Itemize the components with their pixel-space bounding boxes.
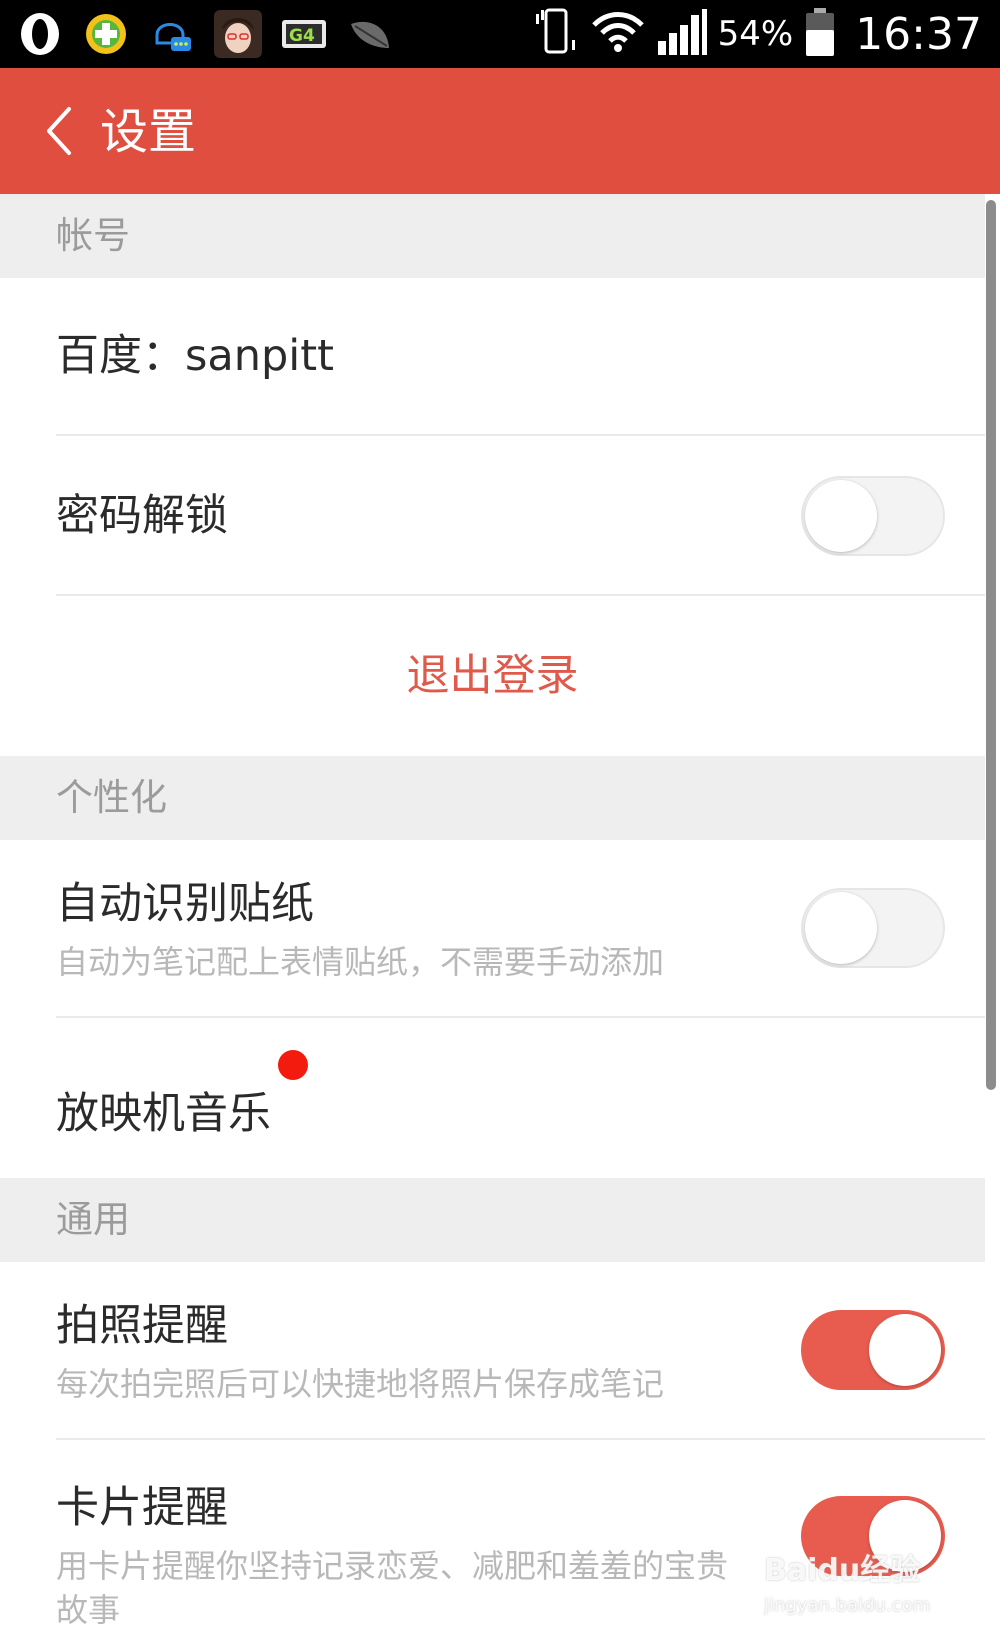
card-reminder-label: 卡片提醒 xyxy=(56,1483,228,1533)
new-badge-dot xyxy=(278,1050,308,1080)
photo-reminder-toggle[interactable] xyxy=(801,1310,945,1390)
opera-icon xyxy=(16,10,64,58)
password-lock-toggle[interactable] xyxy=(801,476,945,556)
auto-sticker-description: 自动为笔记配上表情贴纸，不需要手动添加 xyxy=(56,943,665,981)
photo-reminder-label: 拍照提醒 xyxy=(56,1301,228,1351)
toggle-knob xyxy=(805,892,877,964)
g4-app-icon: G4 xyxy=(280,10,328,58)
clock: 16:37 xyxy=(855,8,982,60)
toggle-knob xyxy=(805,480,877,552)
scrollbar[interactable] xyxy=(986,200,996,1090)
battery-percent: 54% xyxy=(717,14,794,54)
leaf-icon xyxy=(346,10,394,58)
logout-button[interactable]: 退出登录 xyxy=(0,648,985,704)
back-button[interactable] xyxy=(24,96,94,166)
watermark-brand: Baidu经验 xyxy=(764,1553,921,1588)
projector-music-label: 放映机音乐 xyxy=(56,1089,271,1139)
auto-sticker-row: 自动识别贴纸 自动为笔记配上表情贴纸，不需要手动添加 xyxy=(0,840,985,1018)
password-lock-label: 密码解锁 xyxy=(56,491,228,541)
qq-chat-icon xyxy=(148,10,196,58)
section-title: 个性化 xyxy=(56,776,167,819)
battery-icon xyxy=(803,6,837,62)
photo-reminder-row: 拍照提醒 每次拍完照后可以快捷地将照片保存成笔记 xyxy=(0,1262,985,1440)
section-title: 通用 xyxy=(56,1198,130,1241)
avatar-icon xyxy=(214,10,262,58)
card-reminder-description: 用卡片提醒你坚持记录恋爱、减肥和羞羞的宝贵故事 xyxy=(56,1547,729,1629)
wifi-icon xyxy=(590,9,646,59)
baidu-watermark: Baidu经验 jingyan.baidu.com xyxy=(764,1545,954,1640)
projector-music-row[interactable]: 放映机音乐 xyxy=(0,1018,985,1178)
baidu-account-row[interactable]: 百度：sanpitt xyxy=(0,278,985,436)
page-title: 设置 xyxy=(100,104,197,160)
auto-sticker-toggle[interactable] xyxy=(801,888,945,968)
logout-row: 退出登录 xyxy=(0,596,985,756)
section-title: 帐号 xyxy=(56,214,130,257)
auto-sticker-label: 自动识别贴纸 xyxy=(56,879,314,929)
toggle-knob xyxy=(869,1314,941,1386)
section-header-account: 帐号 xyxy=(0,194,985,278)
password-lock-row: 密码解锁 xyxy=(0,436,985,596)
signal-icon xyxy=(656,7,708,61)
plus-app-icon xyxy=(82,10,130,58)
status-bar: G4 54% 16:37 xyxy=(0,0,1000,68)
account-name: 百度：sanpitt xyxy=(56,331,334,381)
watermark-url: jingyan.baidu.com xyxy=(764,1595,931,1616)
notification-icons: G4 xyxy=(16,8,394,60)
chevron-left-icon xyxy=(47,107,71,155)
photo-reminder-description: 每次拍完照后可以快捷地将照片保存成笔记 xyxy=(56,1365,665,1403)
section-header-general: 通用 xyxy=(0,1178,985,1262)
svg-text:G4: G4 xyxy=(289,26,315,46)
vibrate-icon xyxy=(532,6,580,62)
section-header-personalization: 个性化 xyxy=(0,756,985,840)
app-bar: 设置 xyxy=(0,68,1000,194)
system-status: 54% 16:37 xyxy=(532,0,982,68)
